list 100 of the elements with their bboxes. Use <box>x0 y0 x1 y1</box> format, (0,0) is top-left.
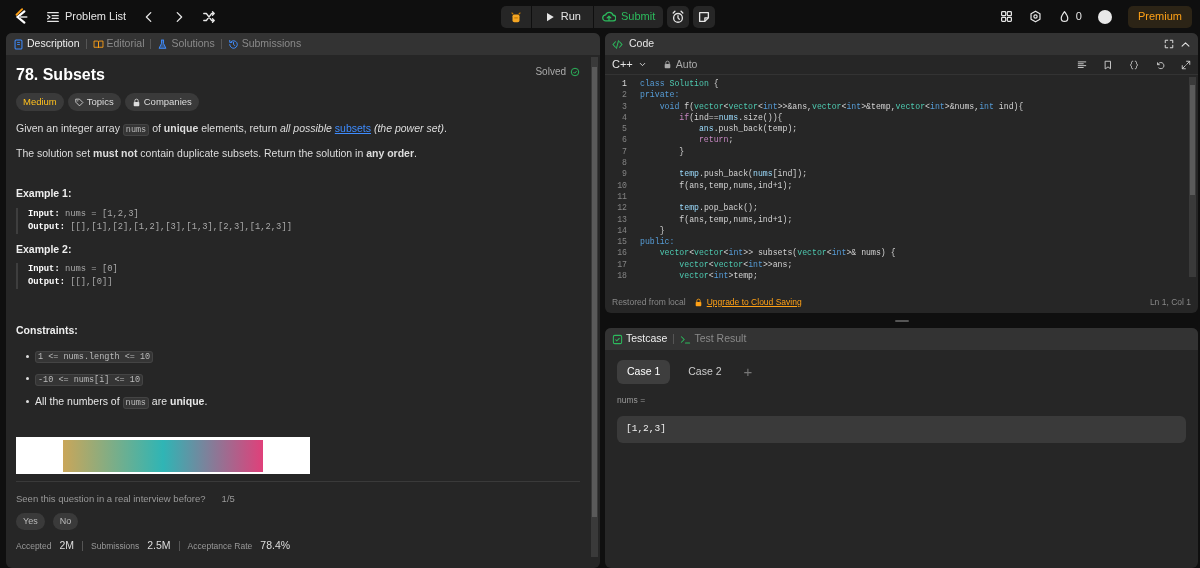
line-number: 12 <box>616 202 627 214</box>
tag-icon <box>74 97 84 107</box>
checkbox-icon <box>612 333 623 345</box>
note-icon <box>697 9 712 24</box>
settings-button[interactable] <box>1028 10 1042 23</box>
example-code: Input: nums = [0] Output: [[],[0]] <box>16 263 580 290</box>
panel-tab[interactable]: Description <box>13 36 80 52</box>
example-heading: Example 1: <box>16 185 73 201</box>
code-icon <box>612 38 623 50</box>
line-number: 9 <box>621 168 627 180</box>
line-number: 7 <box>621 145 627 158</box>
chevron-down-icon <box>637 60 647 69</box>
line-number: 18 <box>616 270 627 282</box>
lock-icon <box>131 97 141 107</box>
constraints-heading: Constraints: <box>16 323 79 339</box>
expand-button[interactable] <box>1181 59 1191 70</box>
panel-tab[interactable]: Solutions <box>157 36 215 52</box>
case-tab[interactable]: Case 1 <box>617 360 671 384</box>
auto-mode-label: Auto <box>662 56 698 73</box>
upgrade-link[interactable]: Upgrade to Cloud Saving <box>693 295 802 309</box>
line-number: 8 <box>621 157 627 169</box>
premium-button[interactable]: Premium <box>1128 5 1192 28</box>
layout-button[interactable] <box>999 10 1013 23</box>
shuffle-button[interactable] <box>202 9 217 24</box>
format-button[interactable] <box>1077 59 1087 70</box>
reset-button[interactable] <box>1155 59 1165 70</box>
code-line: temp.push_back(nums[ind]); <box>678 168 808 180</box>
language-dropdown[interactable]: C++ <box>612 56 647 73</box>
code-line: temp.pop_back(); <box>678 202 758 214</box>
line-number: 10 <box>616 179 627 191</box>
answer-button[interactable]: No <box>52 512 79 531</box>
code-line: if(ind==nums.size()){ <box>678 111 783 124</box>
bullet <box>26 354 29 358</box>
bookmark-button[interactable] <box>1103 59 1113 70</box>
line-number: 14 <box>616 224 627 237</box>
line-number: 3 <box>621 100 627 112</box>
code-line: } <box>678 145 685 158</box>
debug-button[interactable] <box>500 5 531 28</box>
shuffle-icon <box>202 9 217 24</box>
braces-button[interactable] <box>1129 59 1139 70</box>
panel-tab[interactable]: Submissions <box>227 36 302 52</box>
solved-status: Solved <box>535 65 566 80</box>
example-heading: Example 2: <box>16 241 73 257</box>
timer-button[interactable] <box>667 5 690 28</box>
testcase-input[interactable]: [1,2,3] <box>617 415 1186 443</box>
resize-handle[interactable] <box>894 319 909 322</box>
alarm-clock-icon <box>671 9 686 24</box>
lock-icon <box>693 297 703 307</box>
subsets-link[interactable]: subsets <box>334 122 371 135</box>
case-tab[interactable]: Case 2 <box>678 360 732 384</box>
tag-chip[interactable]: Companies <box>124 93 199 112</box>
code-line: vector<int>temp; <box>678 270 758 282</box>
code-line: return; <box>697 134 734 146</box>
stat-label: Accepted <box>16 539 52 553</box>
bullet <box>26 377 29 381</box>
constraint-text: All the numbers of nums are unique. <box>35 393 208 410</box>
code-line: vector<vector<int>>ans; <box>678 258 793 271</box>
line-number: 4 <box>621 111 627 124</box>
line-number: 5 <box>621 123 627 135</box>
streak-counter[interactable]: 0 <box>1057 8 1082 25</box>
line-number: 16 <box>616 247 627 259</box>
line-number: 13 <box>616 213 627 225</box>
panel-tab[interactable]: Editorial <box>92 36 145 52</box>
code-line: private: <box>640 89 680 101</box>
braces-icon <box>1129 59 1139 70</box>
description-text: The solution set must not contain duplicate subsets. Return the solution in any order. <box>16 146 418 162</box>
line-number: 1 <box>621 78 627 90</box>
tag-chip[interactable]: Topics <box>67 93 121 112</box>
submit-button[interactable]: Submit <box>593 5 664 28</box>
line-number: 11 <box>616 190 627 203</box>
difficulty-badge: Medium <box>16 93 64 112</box>
run-button[interactable]: Run <box>531 5 593 28</box>
bookmark-icon <box>1103 59 1113 70</box>
ad-banner[interactable] <box>16 437 310 475</box>
stat-value: 2.5M <box>147 538 171 554</box>
line-number: 15 <box>616 236 627 248</box>
panel-tab[interactable]: Test Result <box>680 331 747 347</box>
document-icon <box>13 38 24 50</box>
code-line: f(ans,temp,nums,ind+1); <box>678 179 793 191</box>
parameter-label: nums = <box>617 393 647 407</box>
answer-button[interactable]: Yes <box>16 512 45 531</box>
settings-icon <box>1028 10 1042 23</box>
scrollbar[interactable] <box>591 57 598 557</box>
problem-list-button[interactable]: Problem List <box>46 8 127 25</box>
scrollbar[interactable] <box>1189 77 1196 277</box>
example-code: Input: nums = [1,2,3] Output: [[],[1],[2],[1,2],[3],[1,3],[2,3],[1,2,3]] <box>16 207 580 234</box>
panel-tab[interactable]: Testcase <box>612 331 668 347</box>
list-icon <box>46 9 60 24</box>
avatar[interactable] <box>1098 9 1112 24</box>
restore-status: Restored from local <box>612 295 686 309</box>
interview-question: Seen this question in a real interview before? <box>16 492 206 507</box>
notes-button[interactable] <box>693 5 716 28</box>
panel-title: Code <box>629 36 655 52</box>
lock-icon <box>662 60 672 69</box>
terminal-icon <box>680 333 692 345</box>
description-text: Given an integer array nums of unique elements, return all possible subsets (the power set). <box>16 121 448 138</box>
line-number: 6 <box>621 134 627 146</box>
expand-icon <box>1181 59 1191 70</box>
fullscreen-button[interactable] <box>1164 39 1174 49</box>
cloud-upload-icon <box>601 9 616 24</box>
